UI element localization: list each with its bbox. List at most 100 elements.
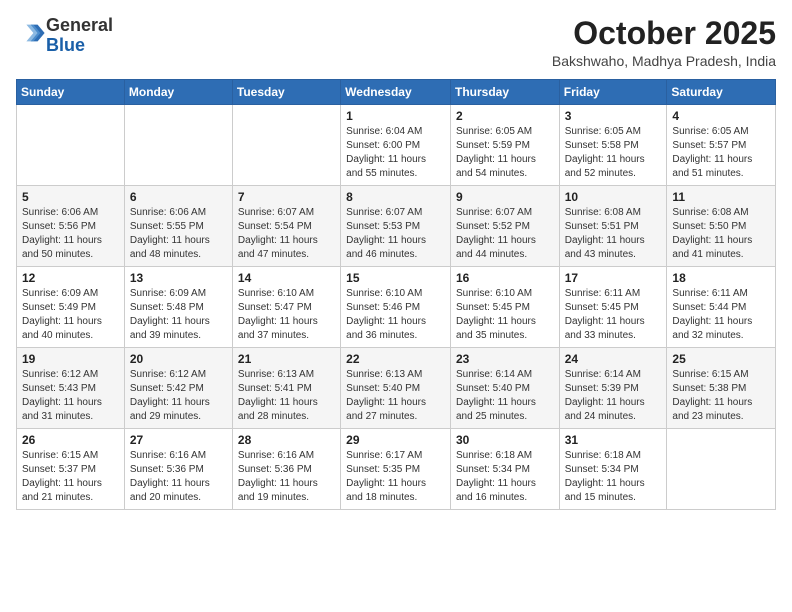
logo-general-text: General [46,15,113,35]
day-number: 20 [130,352,227,366]
day-info: Sunrise: 6:15 AM Sunset: 5:37 PM Dayligh… [22,449,119,505]
day-number: 7 [238,190,335,204]
day-info: Sunrise: 6:16 AM Sunset: 5:36 PM Dayligh… [238,449,335,505]
calendar-cell: 18Sunrise: 6:11 AM Sunset: 5:44 PM Dayli… [667,267,776,348]
day-info: Sunrise: 6:05 AM Sunset: 5:59 PM Dayligh… [456,125,554,181]
day-info: Sunrise: 6:08 AM Sunset: 5:51 PM Dayligh… [565,206,662,262]
day-number: 26 [22,433,119,447]
calendar-day-header: Sunday [17,80,125,105]
day-number: 29 [346,433,445,447]
day-info: Sunrise: 6:18 AM Sunset: 5:34 PM Dayligh… [456,449,554,505]
day-number: 27 [130,433,227,447]
calendar-week-row: 5Sunrise: 6:06 AM Sunset: 5:56 PM Daylig… [17,186,776,267]
calendar-cell: 19 Sunrise: 6:12 AM Sunset: 5:43 PM Dayli… [17,348,125,429]
calendar-header-row: SundayMondayTuesdayWednesdayThursdayFrid… [17,80,776,105]
day-number: 23 [456,352,554,366]
calendar-cell: 15 Sunrise: 6:10 AM Sunset: 5:46 PM Dayli… [341,267,451,348]
day-info: Sunrise: 6:18 AM Sunset: 5:34 PM Dayligh… [565,449,662,505]
day-info: Sunrise: 6:16 AM Sunset: 5:36 PM Dayligh… [130,449,227,505]
calendar-day-header: Tuesday [232,80,340,105]
day-number: 10 [565,190,662,204]
day-info: Sunrise: 6:10 AM Sunset: 5:47 PM Dayligh… [238,287,335,343]
day-info: Sunrise: 6:05 AM Sunset: 5:58 PM Dayligh… [565,125,662,181]
calendar-day-header: Thursday [450,80,559,105]
calendar-cell: 24 Sunrise: 6:14 AM Sunset: 5:39 PM Dayli… [559,348,667,429]
day-info: Sunrise: 6:12 AM Sunset: 5:43 PM Dayligh… [22,368,119,424]
calendar-cell: 7Sunrise: 6:07 AM Sunset: 5:54 PM Daylig… [232,186,340,267]
day-number: 14 [238,271,335,285]
day-info: Sunrise: 6:15 AM Sunset: 5:38 PM Dayligh… [672,368,770,424]
calendar-cell: 16Sunrise: 6:10 AM Sunset: 5:45 PM Dayli… [450,267,559,348]
header: General Blue October 2025 Bakshwaho, Mad… [16,16,776,69]
calendar-cell: 9 Sunrise: 6:07 AM Sunset: 5:52 PM Daylig… [450,186,559,267]
day-number: 13 [130,271,227,285]
calendar-cell: 27 Sunrise: 6:16 AM Sunset: 5:36 PM Dayli… [124,429,232,510]
month-title: October 2025 [552,16,776,51]
day-info: Sunrise: 6:13 AM Sunset: 5:41 PM Dayligh… [238,368,335,424]
day-info: Sunrise: 6:04 AM Sunset: 6:00 PM Dayligh… [346,125,445,181]
calendar-cell: 29 Sunrise: 6:17 AM Sunset: 5:35 PM Dayli… [341,429,451,510]
calendar-cell: 4 Sunrise: 6:05 AM Sunset: 5:57 PM Daylig… [667,105,776,186]
day-number: 21 [238,352,335,366]
calendar-cell: 2 Sunrise: 6:05 AM Sunset: 5:59 PM Daylig… [450,105,559,186]
calendar-cell [232,105,340,186]
day-number: 6 [130,190,227,204]
calendar-cell [124,105,232,186]
calendar-day-header: Wednesday [341,80,451,105]
calendar-cell: 14 Sunrise: 6:10 AM Sunset: 5:47 PM Dayli… [232,267,340,348]
calendar-week-row: 19 Sunrise: 6:12 AM Sunset: 5:43 PM Dayli… [17,348,776,429]
day-info: Sunrise: 6:14 AM Sunset: 5:40 PM Dayligh… [456,368,554,424]
logo-blue-text: Blue [46,35,85,55]
day-number: 2 [456,109,554,123]
day-info: Sunrise: 6:11 AM Sunset: 5:45 PM Dayligh… [565,287,662,343]
day-info: Sunrise: 6:05 AM Sunset: 5:57 PM Dayligh… [672,125,770,181]
calendar-cell: 10 Sunrise: 6:08 AM Sunset: 5:51 PM Dayli… [559,186,667,267]
day-info: Sunrise: 6:07 AM Sunset: 5:53 PM Dayligh… [346,206,445,262]
day-number: 4 [672,109,770,123]
calendar-cell: 28 Sunrise: 6:16 AM Sunset: 5:36 PM Dayli… [232,429,340,510]
day-number: 19 [22,352,119,366]
day-info: Sunrise: 6:14 AM Sunset: 5:39 PM Dayligh… [565,368,662,424]
day-info: Sunrise: 6:17 AM Sunset: 5:35 PM Dayligh… [346,449,445,505]
calendar-cell: 8Sunrise: 6:07 AM Sunset: 5:53 PM Daylig… [341,186,451,267]
calendar-cell: 1 Sunrise: 6:04 AM Sunset: 6:00 PM Daylig… [341,105,451,186]
location: Bakshwaho, Madhya Pradesh, India [552,53,776,69]
calendar-cell: 17 Sunrise: 6:11 AM Sunset: 5:45 PM Dayli… [559,267,667,348]
day-info: Sunrise: 6:11 AM Sunset: 5:44 PM Dayligh… [672,287,770,343]
day-number: 15 [346,271,445,285]
day-number: 24 [565,352,662,366]
calendar-cell: 25 Sunrise: 6:15 AM Sunset: 5:38 PM Dayli… [667,348,776,429]
day-number: 25 [672,352,770,366]
calendar-cell: 31 Sunrise: 6:18 AM Sunset: 5:34 PM Dayli… [559,429,667,510]
calendar-cell: 30 Sunrise: 6:18 AM Sunset: 5:34 PM Dayli… [450,429,559,510]
calendar-week-row: 26 Sunrise: 6:15 AM Sunset: 5:37 PM Dayli… [17,429,776,510]
day-number: 9 [456,190,554,204]
day-number: 28 [238,433,335,447]
day-info: Sunrise: 6:09 AM Sunset: 5:48 PM Dayligh… [130,287,227,343]
logo: General Blue [16,16,113,56]
day-number: 1 [346,109,445,123]
day-info: Sunrise: 6:12 AM Sunset: 5:42 PM Dayligh… [130,368,227,424]
calendar-cell [667,429,776,510]
calendar-cell: 13 Sunrise: 6:09 AM Sunset: 5:48 PM Dayli… [124,267,232,348]
calendar-cell: 5Sunrise: 6:06 AM Sunset: 5:56 PM Daylig… [17,186,125,267]
day-number: 30 [456,433,554,447]
logo-icon [18,19,46,47]
calendar-table: SundayMondayTuesdayWednesdayThursdayFrid… [16,79,776,510]
title-block: October 2025 Bakshwaho, Madhya Pradesh, … [552,16,776,69]
calendar-day-header: Friday [559,80,667,105]
day-number: 17 [565,271,662,285]
day-info: Sunrise: 6:10 AM Sunset: 5:46 PM Dayligh… [346,287,445,343]
day-info: Sunrise: 6:13 AM Sunset: 5:40 PM Dayligh… [346,368,445,424]
day-number: 31 [565,433,662,447]
day-info: Sunrise: 6:07 AM Sunset: 5:52 PM Dayligh… [456,206,554,262]
calendar-cell: 26 Sunrise: 6:15 AM Sunset: 5:37 PM Dayli… [17,429,125,510]
calendar-day-header: Saturday [667,80,776,105]
calendar-day-header: Monday [124,80,232,105]
calendar-cell: 6Sunrise: 6:06 AM Sunset: 5:55 PM Daylig… [124,186,232,267]
day-number: 5 [22,190,119,204]
day-number: 22 [346,352,445,366]
day-number: 11 [672,190,770,204]
calendar-week-row: 1 Sunrise: 6:04 AM Sunset: 6:00 PM Daylig… [17,105,776,186]
calendar-cell: 21 Sunrise: 6:13 AM Sunset: 5:41 PM Dayli… [232,348,340,429]
